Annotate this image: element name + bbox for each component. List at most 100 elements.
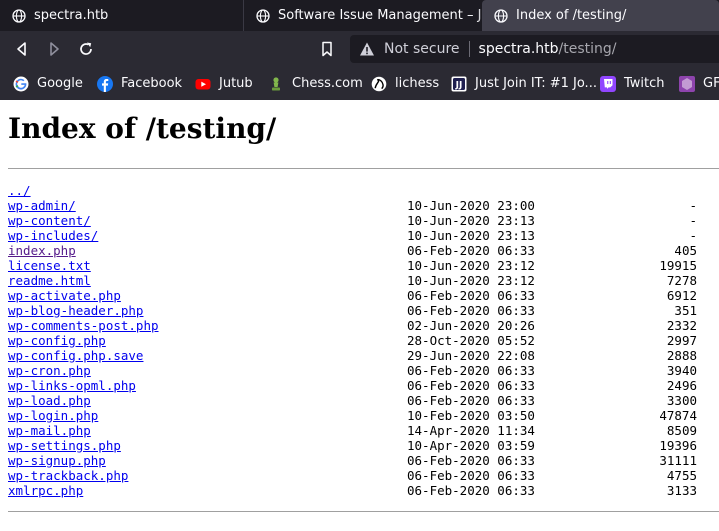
tab-software-issue-management[interactable]: Software Issue Management – Just	[243, 0, 481, 31]
tab-spectra[interactable]: spectra.htb	[0, 0, 242, 31]
listing-row: wp-signup.php 06-Feb-2020 06:33 31111	[8, 453, 719, 468]
modified-date: 29-Jun-2020 22:08	[407, 348, 535, 363]
url-bar[interactable]: Not secure spectra.htb/testing/	[350, 35, 719, 63]
bookmark-twitch[interactable]: Twitch	[600, 67, 665, 100]
warning-triangle-icon[interactable]	[359, 41, 375, 57]
bookmark-gf[interactable]: GF	[679, 67, 719, 100]
file-link[interactable]: wp-admin/	[8, 198, 76, 213]
globe-icon	[494, 8, 508, 23]
file-size: 3940	[666, 363, 697, 378]
file-size: 2496	[666, 378, 697, 393]
file-link[interactable]: license.txt	[8, 258, 91, 273]
file-size: -	[689, 228, 697, 243]
bookmark-chess-com[interactable]: Chess.com	[268, 67, 363, 100]
modified-date: 06-Feb-2020 06:33	[407, 363, 535, 378]
file-link[interactable]: wp-mail.php	[8, 423, 91, 438]
modified-date: 10-Jun-2020 23:13	[407, 213, 535, 228]
modified-date: 06-Feb-2020 06:33	[407, 468, 535, 483]
modified-date: 10-Jun-2020 23:12	[407, 258, 535, 273]
file-link[interactable]: readme.html	[8, 273, 91, 288]
forward-button[interactable]	[42, 37, 66, 61]
page-title: Index of /testing/	[8, 112, 277, 145]
bookmark-jutub[interactable]: Jutub	[195, 67, 253, 100]
listing-row: wp-comments-post.php 02-Jun-2020 20:26 233…	[8, 318, 719, 333]
bookmark-google[interactable]: Google	[13, 67, 83, 100]
file-link[interactable]: wp-trackback.php	[8, 468, 128, 483]
top-divider	[8, 168, 719, 169]
tab-title: spectra.htb	[34, 8, 109, 23]
file-size: -	[689, 213, 697, 228]
file-link[interactable]: wp-settings.php	[8, 438, 121, 453]
file-size: 2997	[666, 333, 697, 348]
file-size: 6912	[666, 288, 697, 303]
bookmark-label: Facebook	[121, 76, 183, 91]
youtube-icon	[195, 76, 211, 92]
modified-date: 06-Feb-2020 06:33	[407, 393, 535, 408]
file-link[interactable]: wp-load.php	[8, 393, 91, 408]
reload-button[interactable]	[74, 37, 98, 61]
listing-row: wp-cron.php 06-Feb-2020 06:33 3940	[8, 363, 719, 378]
file-link[interactable]: wp-signup.php	[8, 453, 106, 468]
bookmark-label: Google	[37, 76, 83, 91]
bookmark-just-join-it[interactable]: JJ Just Join IT: #1 Jo...	[451, 67, 597, 100]
listing-row: wp-settings.php 10-Apr-2020 03:59 19396	[8, 438, 719, 453]
back-button[interactable]	[10, 37, 34, 61]
listing-row: wp-includes/10-Jun-2020 23:13 -	[8, 228, 719, 243]
tab-title: Software Issue Management – Just	[278, 8, 481, 23]
file-link[interactable]: wp-config.php.save	[8, 348, 143, 363]
file-link[interactable]: wp-includes/	[8, 228, 98, 243]
file-link[interactable]: wp-login.php	[8, 408, 98, 423]
bottom-divider	[8, 511, 719, 512]
listing-row: wp-links-opml.php 06-Feb-2020 06:33 2496	[8, 378, 719, 393]
listing-row: wp-blog-header.php 06-Feb-2020 06:33 351	[8, 303, 719, 318]
file-size: 19915	[659, 258, 697, 273]
file-link[interactable]: wp-comments-post.php	[8, 318, 159, 333]
file-size: 8509	[666, 423, 697, 438]
parent-directory-row: ../	[8, 183, 719, 198]
listing-row: wp-load.php 06-Feb-2020 06:33 3300	[8, 393, 719, 408]
file-link[interactable]: wp-activate.php	[8, 288, 121, 303]
bookmark-facebook[interactable]: Facebook	[97, 67, 182, 100]
lichess-icon	[371, 76, 387, 92]
tab-index-of-testing[interactable]: Index of /testing/	[482, 0, 719, 31]
chess-pawn-icon	[268, 76, 284, 92]
listing-row: readme.html 10-Jun-2020 23:12 7278	[8, 273, 719, 288]
modified-date: 10-Jun-2020 23:12	[407, 273, 535, 288]
modified-date: 10-Apr-2020 03:59	[407, 438, 535, 453]
justjoinit-icon: JJ	[451, 76, 467, 92]
file-link[interactable]: wp-config.php	[8, 333, 106, 348]
bookmark-page-button[interactable]	[315, 37, 339, 61]
file-size: 3300	[666, 393, 697, 408]
file-size: 47874	[659, 408, 697, 423]
file-size: 31111	[659, 453, 697, 468]
bookmark-label: Jutub	[219, 76, 253, 91]
bookmark-label: Just Join IT: #1 Jo...	[475, 76, 597, 91]
bookmark-lichess[interactable]: lichess	[371, 67, 439, 100]
twitch-icon	[600, 75, 616, 92]
file-size: 4755	[666, 468, 697, 483]
file-link[interactable]: xmlrpc.php	[8, 483, 83, 498]
modified-date: 06-Feb-2020 06:33	[407, 288, 535, 303]
file-link[interactable]: wp-cron.php	[8, 363, 91, 378]
file-link[interactable]: wp-links-opml.php	[8, 378, 136, 393]
security-status[interactable]: Not secure	[384, 41, 460, 57]
listing-row: wp-trackback.php 06-Feb-2020 06:33 4755	[8, 468, 719, 483]
modified-date: 06-Feb-2020 06:33	[407, 243, 535, 258]
file-size: 19396	[659, 438, 697, 453]
file-size: 3133	[666, 483, 697, 498]
file-size: 2332	[666, 318, 697, 333]
file-link[interactable]: index.php	[8, 243, 76, 258]
modified-date: 14-Apr-2020 11:34	[407, 423, 535, 438]
tab-title: Index of /testing/	[516, 8, 627, 23]
listing-row: wp-mail.php 14-Apr-2020 11:34 8509	[8, 423, 719, 438]
file-link[interactable]: wp-blog-header.php	[8, 303, 143, 318]
modified-date: 28-Oct-2020 05:52	[407, 333, 535, 348]
modified-date: 10-Jun-2020 23:13	[407, 228, 535, 243]
google-icon	[13, 76, 29, 92]
parent-directory-link[interactable]: ../	[8, 183, 31, 198]
directory-listing: ../ wp-admin/10-Jun-2020 23:00- wp-conten…	[8, 183, 719, 498]
navigation-toolbar: Not secure spectra.htb/testing/	[0, 31, 719, 67]
listing-row: wp-config.php 28-Oct-2020 05:52 2997	[8, 333, 719, 348]
file-link[interactable]: wp-content/	[8, 213, 91, 228]
entries-list: wp-admin/10-Jun-2020 23:00- wp-content/10…	[8, 198, 719, 498]
